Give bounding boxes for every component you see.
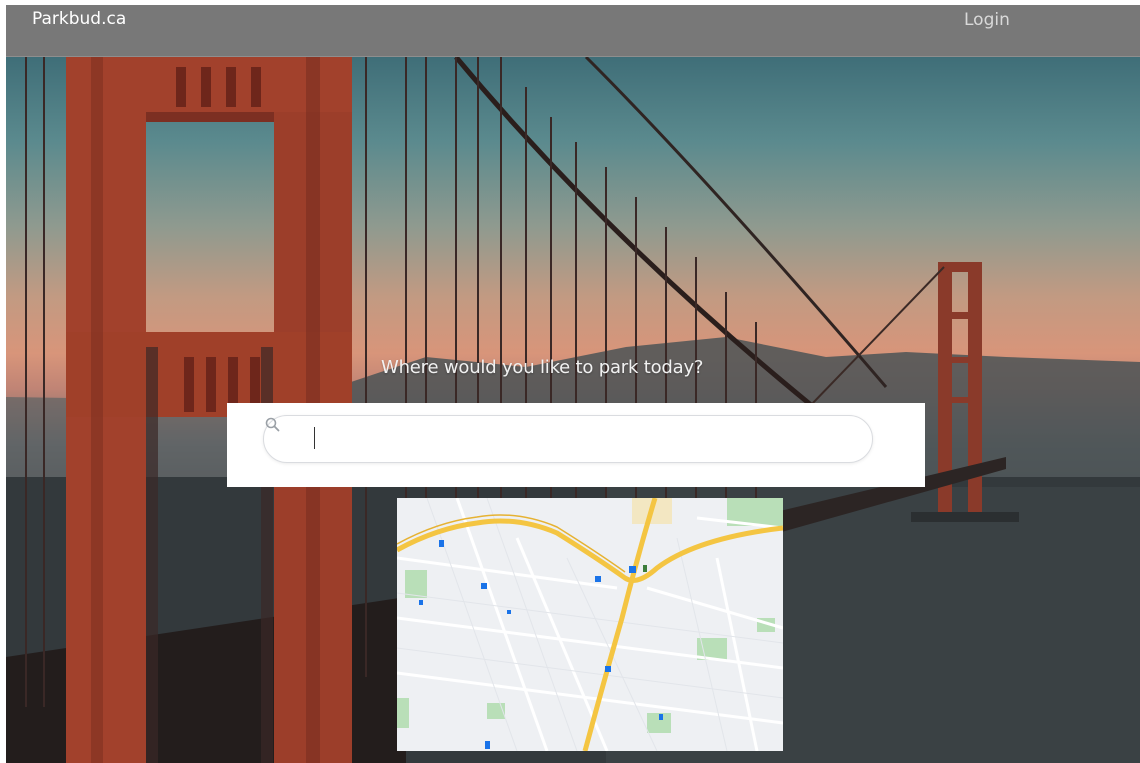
app-frame: Parkbud.ca Login Where would you like to… [6,5,1140,763]
text-cursor [314,427,315,449]
map-preview[interactable] [397,498,783,751]
search-panel [227,403,925,487]
search-input[interactable] [312,422,856,456]
hero-background: Where would you like to park today? [6,57,1140,763]
search-icon [265,417,280,432]
top-navbar: Parkbud.ca Login [6,5,1140,57]
search-box[interactable] [263,415,873,463]
login-link[interactable]: Login [964,10,1010,30]
hero-tagline: Where would you like to park today? [381,357,704,378]
map-illustration [397,498,783,751]
brand-logo[interactable]: Parkbud.ca [32,9,126,29]
